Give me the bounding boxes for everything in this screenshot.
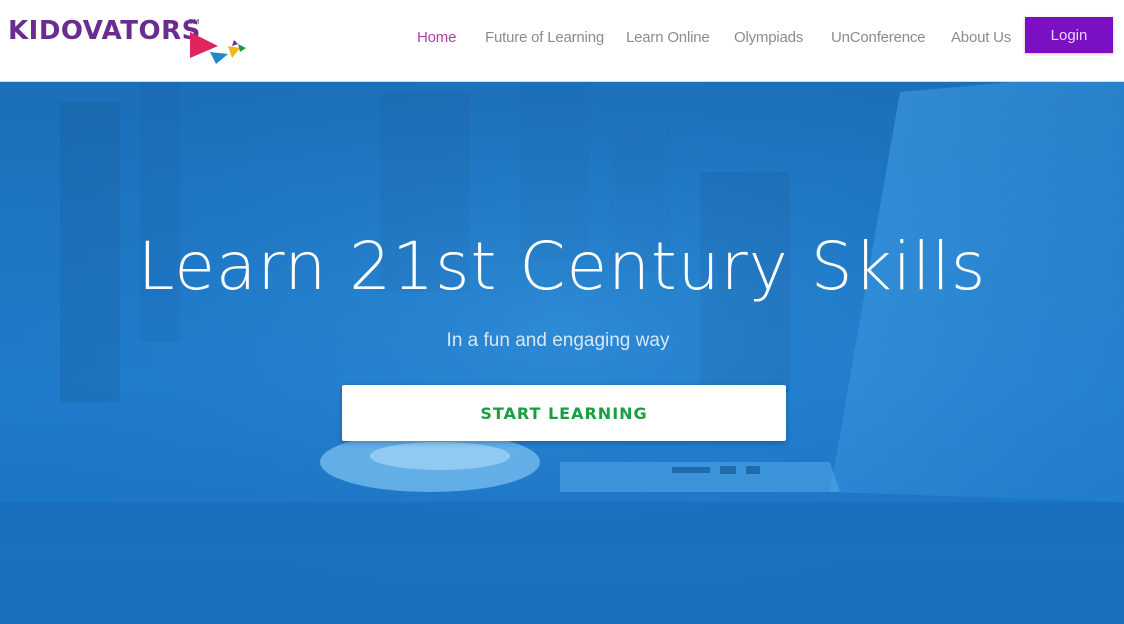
hero-background-image	[0, 82, 1124, 624]
hero-subtitle: In a fun and engaging way	[446, 330, 670, 351]
nav-future-of-learning[interactable]: Future of Learning	[485, 29, 604, 46]
nav-unconference[interactable]: UnConference	[831, 29, 926, 46]
nav-olympiads[interactable]: Olympiads	[734, 29, 803, 46]
site-header: KIDOVATORS TM Home Future of Learning Le…	[0, 0, 1124, 82]
start-learning-button[interactable]: START LEARNING	[342, 385, 786, 441]
login-button[interactable]: Login	[1025, 17, 1113, 53]
hero-section: Learn 21st Century Skills In a fun and e…	[0, 82, 1124, 624]
hero-title: Learn 21st Century Skills	[137, 228, 987, 305]
logo-triangles-icon	[190, 32, 246, 64]
kidovators-logo[interactable]: KIDOVATORS TM	[8, 14, 248, 66]
nav-learn-online[interactable]: Learn Online	[626, 29, 710, 46]
nav-home[interactable]: Home	[417, 29, 456, 46]
logo-wordmark: KIDOVATORS	[8, 16, 201, 46]
nav-about-us[interactable]: About Us	[951, 29, 1011, 46]
